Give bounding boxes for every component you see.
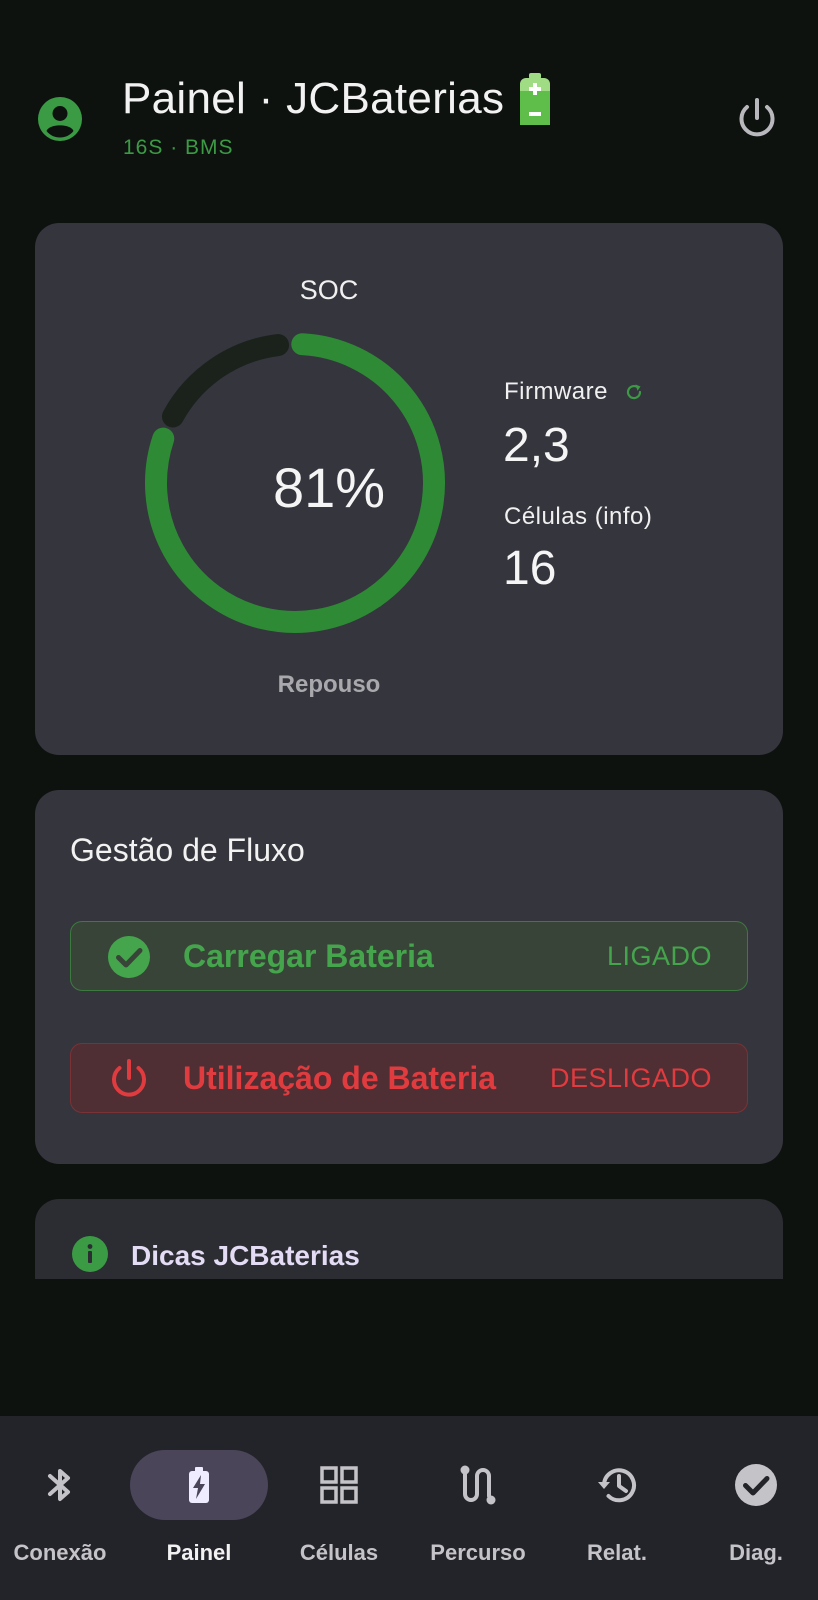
nav-label: Conexão [13,1540,107,1565]
tips-card[interactable]: Dicas JCBaterias [35,1199,783,1279]
soc-label: SOC [299,275,359,305]
bottom-navigation: Conexão Painel Células Percurso Relat. D… [0,1416,818,1600]
cells-value: 16 [503,542,557,595]
nav-item-percurso[interactable]: Percurso [410,1442,546,1572]
cells-label: Células (info) [504,503,653,530]
nav-icon-container [130,1450,268,1520]
nav-icon-container [548,1450,686,1520]
battery-icon [520,73,551,125]
title-row: Painel · JCBaterias [122,72,552,126]
check-circle-icon [735,1464,777,1506]
use-battery-toggle[interactable]: Utilização de Bateria DESLIGADO [70,1043,748,1113]
account-icon[interactable] [38,97,82,141]
nav-icon-container [270,1450,408,1520]
firmware-label-row: Firmware [504,378,644,406]
info-icon [72,1236,108,1272]
nav-icon-container [0,1450,129,1520]
bluetooth-icon [48,1469,70,1501]
nav-icon-container [687,1450,818,1520]
nav-label: Percurso [430,1540,526,1565]
nav-label: Diag. [729,1540,783,1565]
history-icon [598,1468,636,1503]
nav-item-painel[interactable]: Painel [130,1442,268,1572]
soc-card: SOC 81% Repouso Firmware 2,3 Células (in… [35,223,783,755]
firmware-value: 2,3 [503,419,570,472]
charge-battery-status: LIGADO [606,940,712,971]
battery-charging-icon [189,1467,209,1503]
soc-value: 81% [272,456,386,519]
power-icon[interactable] [734,96,780,142]
nav-label: Células [299,1540,379,1565]
nav-label: Painel [166,1540,232,1565]
nav-icon-container [409,1450,547,1520]
route-icon [460,1465,496,1505]
nav-item-relat[interactable]: Relat. [549,1442,685,1572]
firmware-label: Firmware [504,378,608,405]
nav-item-diag[interactable]: Diag. [688,1442,818,1572]
flow-title: Gestão de Fluxo [70,832,305,868]
charge-battery-label: Carregar Bateria [183,937,434,974]
charge-battery-toggle[interactable]: Carregar Bateria LIGADO [70,921,748,991]
tips-title: Dicas JCBaterias [131,1240,360,1271]
power-icon [112,1059,146,1097]
soc-state: Repouso [277,671,381,698]
use-battery-status: DESLIGADO [549,1062,712,1093]
nav-item-conexao[interactable]: Conexão [0,1442,128,1572]
flow-card: Gestão de Fluxo Carregar Bateria LIGADO … [35,790,783,1164]
page-title: Painel · JCBaterias [122,74,505,123]
check-circle-icon [108,936,150,978]
nav-label: Relat. [587,1540,647,1565]
grid-icon [320,1466,358,1504]
device-subtitle: 16S · BMS [123,136,234,159]
use-battery-label: Utilização de Bateria [183,1059,496,1096]
app-header: Painel · JCBaterias 16S · BMS [0,0,818,200]
nav-item-celulas[interactable]: Células [271,1442,407,1572]
soc-gauge-track [161,334,290,428]
refresh-icon[interactable] [624,382,644,402]
